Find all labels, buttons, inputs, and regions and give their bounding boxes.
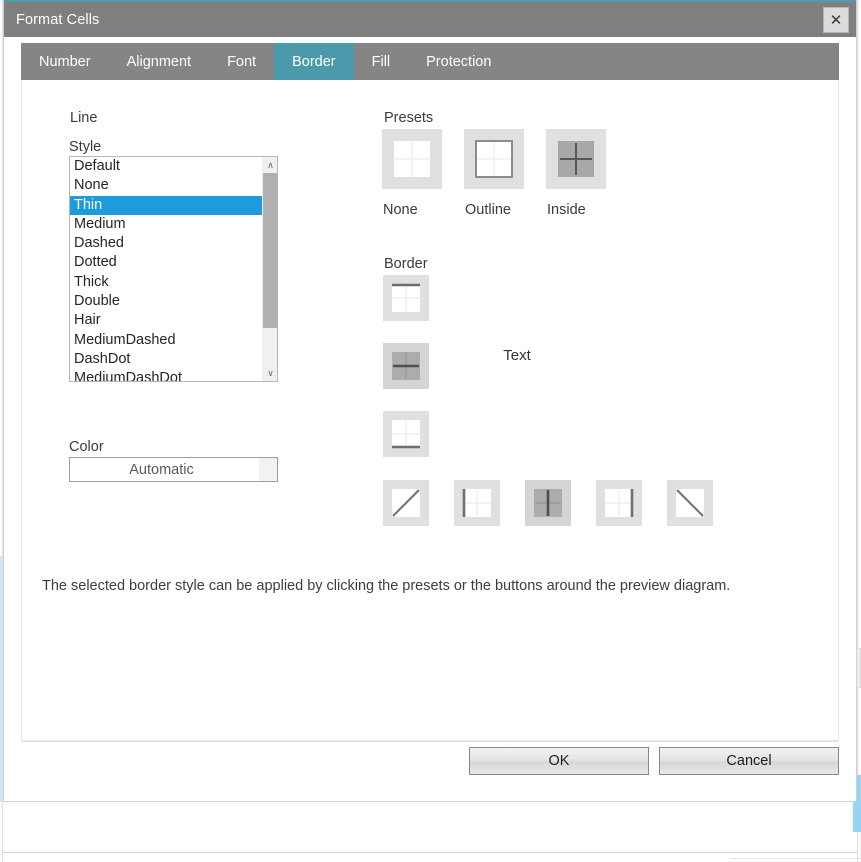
border-top-icon [391, 283, 421, 313]
border-left-button[interactable] [454, 480, 500, 526]
border-right-button[interactable] [596, 480, 642, 526]
border-bottom-button[interactable] [383, 411, 429, 457]
border-group-label: Border [384, 256, 428, 272]
close-glyph: ✕ [830, 13, 843, 28]
list-item[interactable]: Default [70, 157, 262, 176]
ok-button[interactable]: OK [469, 747, 649, 775]
border-top-button[interactable] [383, 275, 429, 321]
preset-outline: Outline [464, 129, 524, 218]
border-diagonal-up-icon [391, 488, 421, 518]
line-group-label: Line [70, 110, 97, 126]
page-right-edge [857, 0, 861, 862]
border-bottom-icon [391, 419, 421, 449]
list-item-selected[interactable]: Thin [70, 196, 262, 215]
page-root: Format Cells ✕ Number Alignment Font Bor… [0, 0, 861, 862]
scrollbar-thumb[interactable] [263, 173, 278, 328]
close-icon[interactable]: ✕ [823, 7, 849, 33]
actions-divider [21, 741, 839, 742]
tab-border[interactable]: Border [274, 43, 354, 80]
line-style-scrollbar[interactable]: ∧ ∨ [262, 157, 277, 381]
border-outline-icon [475, 140, 513, 178]
list-item[interactable]: DashDot [70, 350, 262, 369]
preset-inside: Inside [546, 129, 606, 218]
tab-font[interactable]: Font [209, 43, 274, 80]
list-item[interactable]: Double [70, 292, 262, 311]
border-inside-icon [557, 140, 595, 178]
border-diagonal-up-button[interactable] [383, 480, 429, 526]
border-horizontal-inside-icon [391, 351, 421, 381]
help-note: The selected border style can be applied… [42, 578, 730, 594]
tab-number[interactable]: Number [21, 43, 109, 80]
border-left-icon [462, 488, 492, 518]
color-label: Color [69, 439, 104, 455]
list-item[interactable]: Dashed [70, 234, 262, 253]
color-value: Automatic [70, 462, 259, 478]
list-item[interactable]: Hair [70, 311, 262, 330]
dialog-titlebar: Format Cells ✕ [4, 0, 856, 37]
border-none-icon [393, 140, 431, 178]
preset-none: None [382, 129, 442, 218]
border-diagonal-down-icon [675, 488, 705, 518]
tab-alignment[interactable]: Alignment [109, 43, 209, 80]
dialog-title: Format Cells [16, 12, 99, 28]
tab-fill[interactable]: Fill [354, 43, 409, 80]
preset-outline-button[interactable] [464, 129, 524, 189]
preview-text: Text [503, 347, 531, 364]
line-style-list: Default None Thin Medium Dashed Dotted T… [70, 157, 262, 381]
line-style-listbox[interactable]: Default None Thin Medium Dashed Dotted T… [69, 156, 278, 382]
scroll-up-icon[interactable]: ∧ [263, 158, 278, 172]
border-preview-diagram: Text [447, 275, 587, 435]
presets-label: Presets [384, 110, 433, 126]
border-horizontal-inside-button[interactable] [383, 343, 429, 389]
page-bottom-divider [3, 852, 857, 853]
border-right-icon [604, 488, 634, 518]
dialog-actions: OK Cancel [21, 747, 839, 777]
preset-none-button[interactable] [382, 129, 442, 189]
color-dropdown[interactable]: Automatic [69, 457, 278, 482]
presets-row: None Outline [382, 129, 606, 218]
border-tab-panel: Line Style Default None Thin Medium Dash… [21, 80, 839, 741]
list-item[interactable]: Medium [70, 215, 262, 234]
cancel-button[interactable]: Cancel [659, 747, 839, 775]
list-item[interactable]: None [70, 176, 262, 195]
preset-none-label: None [382, 202, 442, 218]
tab-protection[interactable]: Protection [408, 43, 509, 80]
preset-inside-label: Inside [546, 202, 606, 218]
list-item[interactable]: MediumDashed [70, 331, 262, 350]
list-item[interactable]: Dotted [70, 253, 262, 272]
border-vertical-inside-button[interactable] [525, 480, 571, 526]
tab-strip: Number Alignment Font Border Fill Protec… [21, 43, 839, 80]
format-cells-dialog: Format Cells ✕ Number Alignment Font Bor… [3, 0, 857, 802]
style-label: Style [69, 139, 101, 155]
preset-outline-label: Outline [464, 202, 524, 218]
border-vertical-inside-icon [533, 488, 563, 518]
page-bottom-divider-secondary [730, 858, 861, 859]
color-swatch-icon[interactable] [259, 458, 277, 481]
list-item[interactable]: MediumDashDot [70, 369, 262, 381]
scroll-down-icon[interactable]: ∨ [263, 366, 278, 380]
list-item[interactable]: Thick [70, 273, 262, 292]
preset-inside-button[interactable] [546, 129, 606, 189]
border-diagonal-down-button[interactable] [667, 480, 713, 526]
